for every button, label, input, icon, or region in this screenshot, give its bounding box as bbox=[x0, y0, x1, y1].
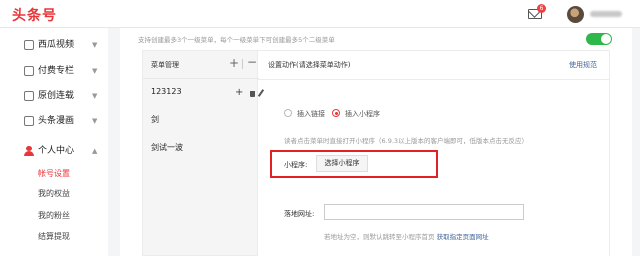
sidebar-item-label: 西瓜视频 bbox=[38, 40, 75, 50]
collapse-menu-icon[interactable]: − bbox=[247, 55, 257, 69]
chevron-up-icon: ▲ bbox=[92, 147, 98, 155]
settings-title: 设置动作(请选择菜单动作) bbox=[268, 61, 351, 69]
sidebar-item-label: 原创连载 bbox=[38, 91, 75, 101]
chevron-down-icon: ▼ bbox=[92, 41, 98, 49]
top-bar: 头条号 6 bbox=[0, 0, 640, 28]
comic-icon bbox=[24, 116, 34, 126]
landing-url-hint-text: 若地址为空，则默认跳转至小程序首页 bbox=[324, 233, 435, 241]
landing-url-input[interactable] bbox=[324, 204, 524, 220]
sidebar-item-label: 个人中心 bbox=[38, 146, 75, 156]
sidebar-item-label: 头条漫画 bbox=[38, 116, 75, 126]
main-panel: 支持创建最多3个一级菜单，每个一级菜单下可创建最多5个二级菜单 菜单管理 + −… bbox=[120, 28, 632, 256]
book-icon bbox=[24, 91, 34, 101]
divider bbox=[242, 59, 243, 69]
landing-url-label: 落地网址: bbox=[284, 210, 315, 218]
trash-icon[interactable] bbox=[250, 91, 255, 97]
add-menu-icon[interactable]: + bbox=[229, 56, 239, 70]
sidebar-subitem-my-fans[interactable]: 我的粉丝 bbox=[38, 207, 70, 225]
column-icon bbox=[24, 66, 34, 76]
sidebar-item-label: 付费专栏 bbox=[38, 66, 75, 76]
username-blurred[interactable] bbox=[590, 11, 622, 17]
avatar[interactable] bbox=[567, 6, 584, 23]
miniprogram-description: 读者点击菜单时直接打开小程序（6.9.3以上版本的客户端即可，低版本点击无反应） bbox=[284, 137, 529, 145]
sidebar-item-comics[interactable]: 头条漫画 ▼ bbox=[0, 110, 108, 132]
select-miniprogram-button[interactable]: 选择小程序 bbox=[316, 155, 368, 172]
custom-menu-toggle[interactable] bbox=[586, 33, 612, 45]
logo[interactable]: 头条号 bbox=[12, 5, 57, 25]
sidebar-item-personal-center[interactable]: 个人中心 ▲ bbox=[0, 140, 108, 162]
chevron-down-icon: ▼ bbox=[92, 92, 98, 100]
usage-spec-link[interactable]: 使用规范 bbox=[569, 60, 597, 70]
radio-label: 插入链接 bbox=[297, 110, 325, 118]
menu-row[interactable]: 123123 bbox=[151, 87, 182, 96]
get-page-url-link[interactable]: 获取指定页面网址 bbox=[437, 233, 489, 241]
landing-url-hint: 若地址为空，则默认跳转至小程序首页 获取指定页面网址 bbox=[324, 231, 489, 241]
sidebar-subitem-withdraw[interactable]: 结算提现 bbox=[38, 228, 70, 246]
sidebar-item-paid-column[interactable]: 付费专栏 ▼ bbox=[0, 60, 108, 82]
chevron-down-icon: ▼ bbox=[92, 117, 98, 125]
radio-label: 插入小程序 bbox=[345, 110, 380, 118]
menu-panel-header: 菜单管理 + − bbox=[143, 51, 259, 79]
menu-row[interactable]: 剑试一波 bbox=[151, 142, 183, 153]
menu-row[interactable]: 剑 bbox=[151, 114, 159, 125]
add-submenu-icon[interactable]: + bbox=[235, 87, 243, 98]
divider bbox=[258, 79, 609, 80]
sidebar-subitem-my-rights[interactable]: 我的权益 bbox=[38, 185, 70, 203]
menu-management-panel: 菜单管理 + − 123123 + 剑 剑试一波 bbox=[142, 50, 265, 256]
mail-badge: 6 bbox=[537, 4, 546, 13]
video-icon bbox=[24, 40, 34, 50]
person-icon bbox=[24, 146, 34, 156]
menu-action-settings: 设置动作(请选择菜单动作) 使用规范 插入链接 插入小程序 读者点击菜单时直接打… bbox=[258, 50, 610, 256]
menu-panel-title: 菜单管理 bbox=[151, 61, 179, 69]
radio-dot[interactable] bbox=[284, 109, 292, 117]
chevron-down-icon: ▼ bbox=[92, 67, 98, 75]
sidebar-item-xigua[interactable]: 西瓜视频 ▼ bbox=[0, 34, 108, 56]
sidebar-item-serial[interactable]: 原创连载 ▼ bbox=[0, 85, 108, 107]
miniprogram-label: 小程序: bbox=[284, 161, 308, 169]
menu-limit-hint: 支持创建最多3个一级菜单，每个一级菜单下可创建最多5个二级菜单 bbox=[138, 36, 335, 44]
sidebar-subitem-account-settings[interactable]: 帐号设置 bbox=[38, 165, 70, 183]
radio-dot-selected[interactable] bbox=[332, 109, 340, 117]
sidebar: 西瓜视频 ▼ 付费专栏 ▼ 原创连载 ▼ 头条漫画 ▼ 个人中心 ▲ 帐号设置 … bbox=[0, 28, 108, 256]
